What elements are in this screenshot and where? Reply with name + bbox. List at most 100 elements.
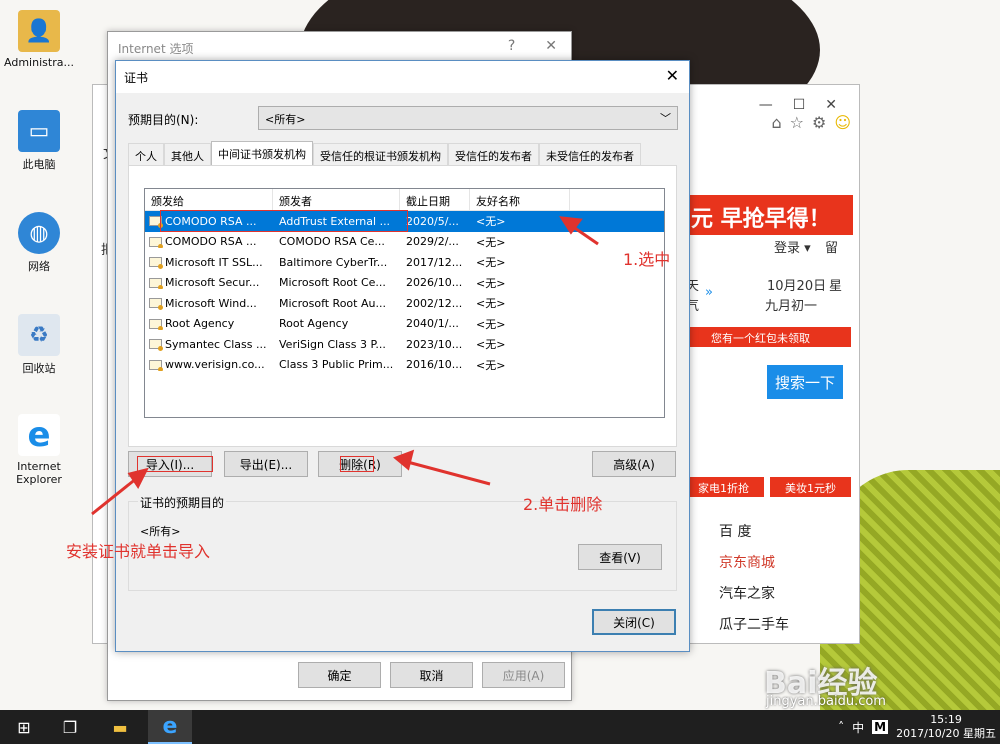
help-icon[interactable]: ? bbox=[508, 38, 515, 54]
side-links: 百 度 京东商城 汽车之家 瓜子二手车 bbox=[719, 517, 789, 641]
cell-friendly-name: <无> bbox=[476, 317, 506, 331]
start-windows-icon[interactable]: ⊞ bbox=[8, 710, 40, 744]
table-row[interactable]: Root Agency Root Agency 2040/1/... <无> bbox=[145, 314, 664, 335]
close-icon[interactable]: ✕ bbox=[545, 38, 557, 54]
promo-left[interactable]: 家电1折抢 bbox=[683, 477, 764, 497]
cell-expiration: 2016/10... bbox=[406, 358, 463, 372]
cell-issued-by: Baltimore CyberTr... bbox=[279, 255, 388, 269]
taskbar: ⊞ ❐ ▬ e ˄ 中 M 15:19 2017/10/20 星期五 bbox=[0, 710, 1000, 744]
column-header-expiration[interactable]: 截止日期 bbox=[400, 189, 470, 210]
table-row[interactable]: Microsoft Secur... Microsoft Root Ce... 20… bbox=[145, 273, 664, 294]
ie-icon: e bbox=[18, 414, 60, 456]
ie-taskbar-icon[interactable]: e bbox=[148, 710, 192, 744]
cell-issued-to: Microsoft Wind... bbox=[145, 297, 273, 310]
tab-other-people[interactable]: 其他人 bbox=[164, 143, 211, 165]
m-indicator[interactable]: M bbox=[872, 720, 889, 734]
table-row[interactable]: Symantec Class ... VeriSign Class 3 P... 2… bbox=[145, 334, 664, 355]
dialog-title: Internet 选项 bbox=[118, 42, 194, 56]
table-row[interactable]: www.verisign.co... Class 3 Public Prim...… bbox=[145, 355, 664, 376]
smiley-icon[interactable]: ☺ bbox=[834, 113, 851, 132]
cell-expiration: 2017/12... bbox=[406, 255, 463, 269]
side-link[interactable]: 汽车之家 bbox=[719, 579, 789, 610]
column-header-friendly-name[interactable]: 友好名称 bbox=[470, 189, 570, 210]
cell-issued-to: Microsoft IT SSL... bbox=[145, 256, 273, 269]
desktop-icon-administrator[interactable]: 👤 Administra... bbox=[4, 10, 74, 69]
side-link[interactable]: 百 度 bbox=[719, 517, 789, 548]
highlight-box-import bbox=[137, 456, 213, 472]
computer-icon: ▭ bbox=[18, 110, 60, 152]
cell-friendly-name: <无> bbox=[476, 276, 506, 290]
side-link[interactable]: 京东商城 bbox=[719, 548, 789, 579]
cell-text: Root Agency bbox=[165, 317, 235, 331]
file-explorer-icon[interactable]: ▬ bbox=[102, 710, 138, 744]
export-button[interactable]: 导出(E)... bbox=[224, 451, 308, 477]
desktop-icon-recycle-bin[interactable]: ♻ 回收站 bbox=[4, 314, 74, 376]
purpose-value: <所有> bbox=[265, 113, 306, 126]
cell-issued-by: Microsoft Root Ce... bbox=[279, 276, 386, 290]
watermark-url: jingyan.baidu.com bbox=[766, 694, 886, 709]
desktop-icon-internet-explorer[interactable]: e Internet Explorer bbox=[4, 414, 74, 486]
task-view-icon[interactable]: ❐ bbox=[54, 710, 86, 744]
column-header-issued-by[interactable]: 颁发者 bbox=[273, 189, 400, 210]
desktop-icon-label: 此电脑 bbox=[22, 158, 56, 171]
desktop-icon-label: 网络 bbox=[28, 260, 50, 273]
cell-expiration: 2040/1/... bbox=[406, 317, 459, 331]
login-link[interactable]: 登录 ▾ bbox=[774, 237, 811, 256]
certificates-dialog: 证书 ✕ 预期目的(N): <所有> ﹀ 个人 其他人 中间证书颁发机构 受信任… bbox=[115, 60, 690, 652]
desktop-icon-network[interactable]: ◍ 网络 bbox=[4, 212, 74, 274]
red-packet-banner[interactable]: 您有一个红包未领取 bbox=[683, 327, 851, 347]
cell-friendly-name: <无> bbox=[476, 215, 506, 229]
side-link[interactable]: 瓜子二手车 bbox=[719, 610, 789, 641]
close-icon[interactable]: ✕ bbox=[825, 97, 837, 113]
tab-trusted-root-ca[interactable]: 受信任的根证书颁发机构 bbox=[313, 143, 448, 165]
home-icon[interactable]: ⌂ bbox=[771, 113, 781, 132]
apply-button[interactable]: 应用(A) bbox=[482, 662, 565, 688]
user-folder-icon: 👤 bbox=[18, 10, 60, 52]
favorites-star-icon[interactable]: ☆ bbox=[790, 113, 804, 132]
annotation-step2: 2.单击删除 bbox=[523, 495, 603, 514]
certificate-icon bbox=[149, 359, 163, 372]
cancel-button[interactable]: 取消 bbox=[390, 662, 473, 688]
certificate-icon bbox=[149, 257, 163, 269]
column-header-issued-to[interactable]: 颁发给 bbox=[145, 189, 273, 210]
purposes-value: <所有> bbox=[140, 525, 181, 538]
list-body: COMODO RSA ... AddTrust External ... 2020/… bbox=[145, 211, 664, 375]
ime-indicator[interactable]: 中 bbox=[852, 719, 864, 736]
promo-strip: 家电1折抢 美妆1元秒 bbox=[683, 477, 851, 497]
clock[interactable]: 15:19 2017/10/20 星期五 bbox=[896, 713, 996, 741]
promo-right[interactable]: 美妆1元秒 bbox=[770, 477, 851, 497]
cell-text: COMODO RSA ... bbox=[165, 235, 257, 249]
chevron-right-icon[interactable]: » bbox=[705, 285, 713, 300]
purpose-select[interactable]: <所有> ﹀ bbox=[258, 106, 678, 130]
desktop-icon-this-pc[interactable]: ▭ 此电脑 bbox=[4, 110, 74, 172]
cell-issued-by: VeriSign Class 3 P... bbox=[279, 337, 386, 351]
tab-personal[interactable]: 个人 bbox=[128, 143, 164, 165]
advanced-button[interactable]: 高级(A) bbox=[592, 451, 676, 477]
desktop-icon-label: Administra... bbox=[4, 56, 74, 69]
view-button[interactable]: 查看(V) bbox=[578, 544, 662, 570]
annotation-import-tip: 安装证书就单击导入 bbox=[66, 542, 211, 561]
tab-panel: 颁发给 颁发者 截止日期 友好名称 COMODO RSA ... AddTrust… bbox=[128, 165, 677, 447]
cell-expiration: 2029/2/... bbox=[406, 235, 459, 249]
close-icon[interactable]: ✕ bbox=[666, 66, 679, 85]
table-row[interactable]: COMODO RSA ... COMODO RSA Ce... 2029/2/...… bbox=[145, 232, 664, 253]
cell-expiration: 2020/5/... bbox=[406, 214, 459, 228]
search-button[interactable]: 搜索一下 bbox=[767, 365, 843, 399]
promo-banner[interactable]: 元 早抢早得！ bbox=[683, 195, 853, 235]
minimize-icon[interactable]: — bbox=[759, 97, 773, 113]
tab-trusted-publishers[interactable]: 受信任的发布者 bbox=[448, 143, 539, 165]
cell-text: Symantec Class ... bbox=[165, 337, 267, 351]
clock-date: 2017/10/20 星期五 bbox=[896, 727, 996, 740]
tab-intermediate-ca[interactable]: 中间证书颁发机构 bbox=[211, 141, 313, 165]
certificate-icon bbox=[149, 277, 163, 290]
tab-untrusted-publishers[interactable]: 未受信任的发布者 bbox=[539, 143, 641, 165]
maximize-icon[interactable]: ☐ bbox=[793, 97, 806, 113]
close-button[interactable]: 关闭(C) bbox=[592, 609, 676, 635]
chevron-up-icon[interactable]: ˄ bbox=[838, 720, 844, 734]
tab-strip: 个人 其他人 中间证书颁发机构 受信任的根证书颁发机构 受信任的发布者 未受信任… bbox=[128, 141, 641, 165]
table-row[interactable]: Microsoft Wind... Microsoft Root Au... 200… bbox=[145, 293, 664, 314]
gear-icon[interactable]: ⚙ bbox=[812, 113, 826, 132]
system-tray: ˄ 中 M 15:19 2017/10/20 星期五 bbox=[838, 710, 996, 744]
ok-button[interactable]: 确定 bbox=[298, 662, 381, 688]
table-row[interactable]: Microsoft IT SSL... Baltimore CyberTr... 2… bbox=[145, 252, 664, 273]
